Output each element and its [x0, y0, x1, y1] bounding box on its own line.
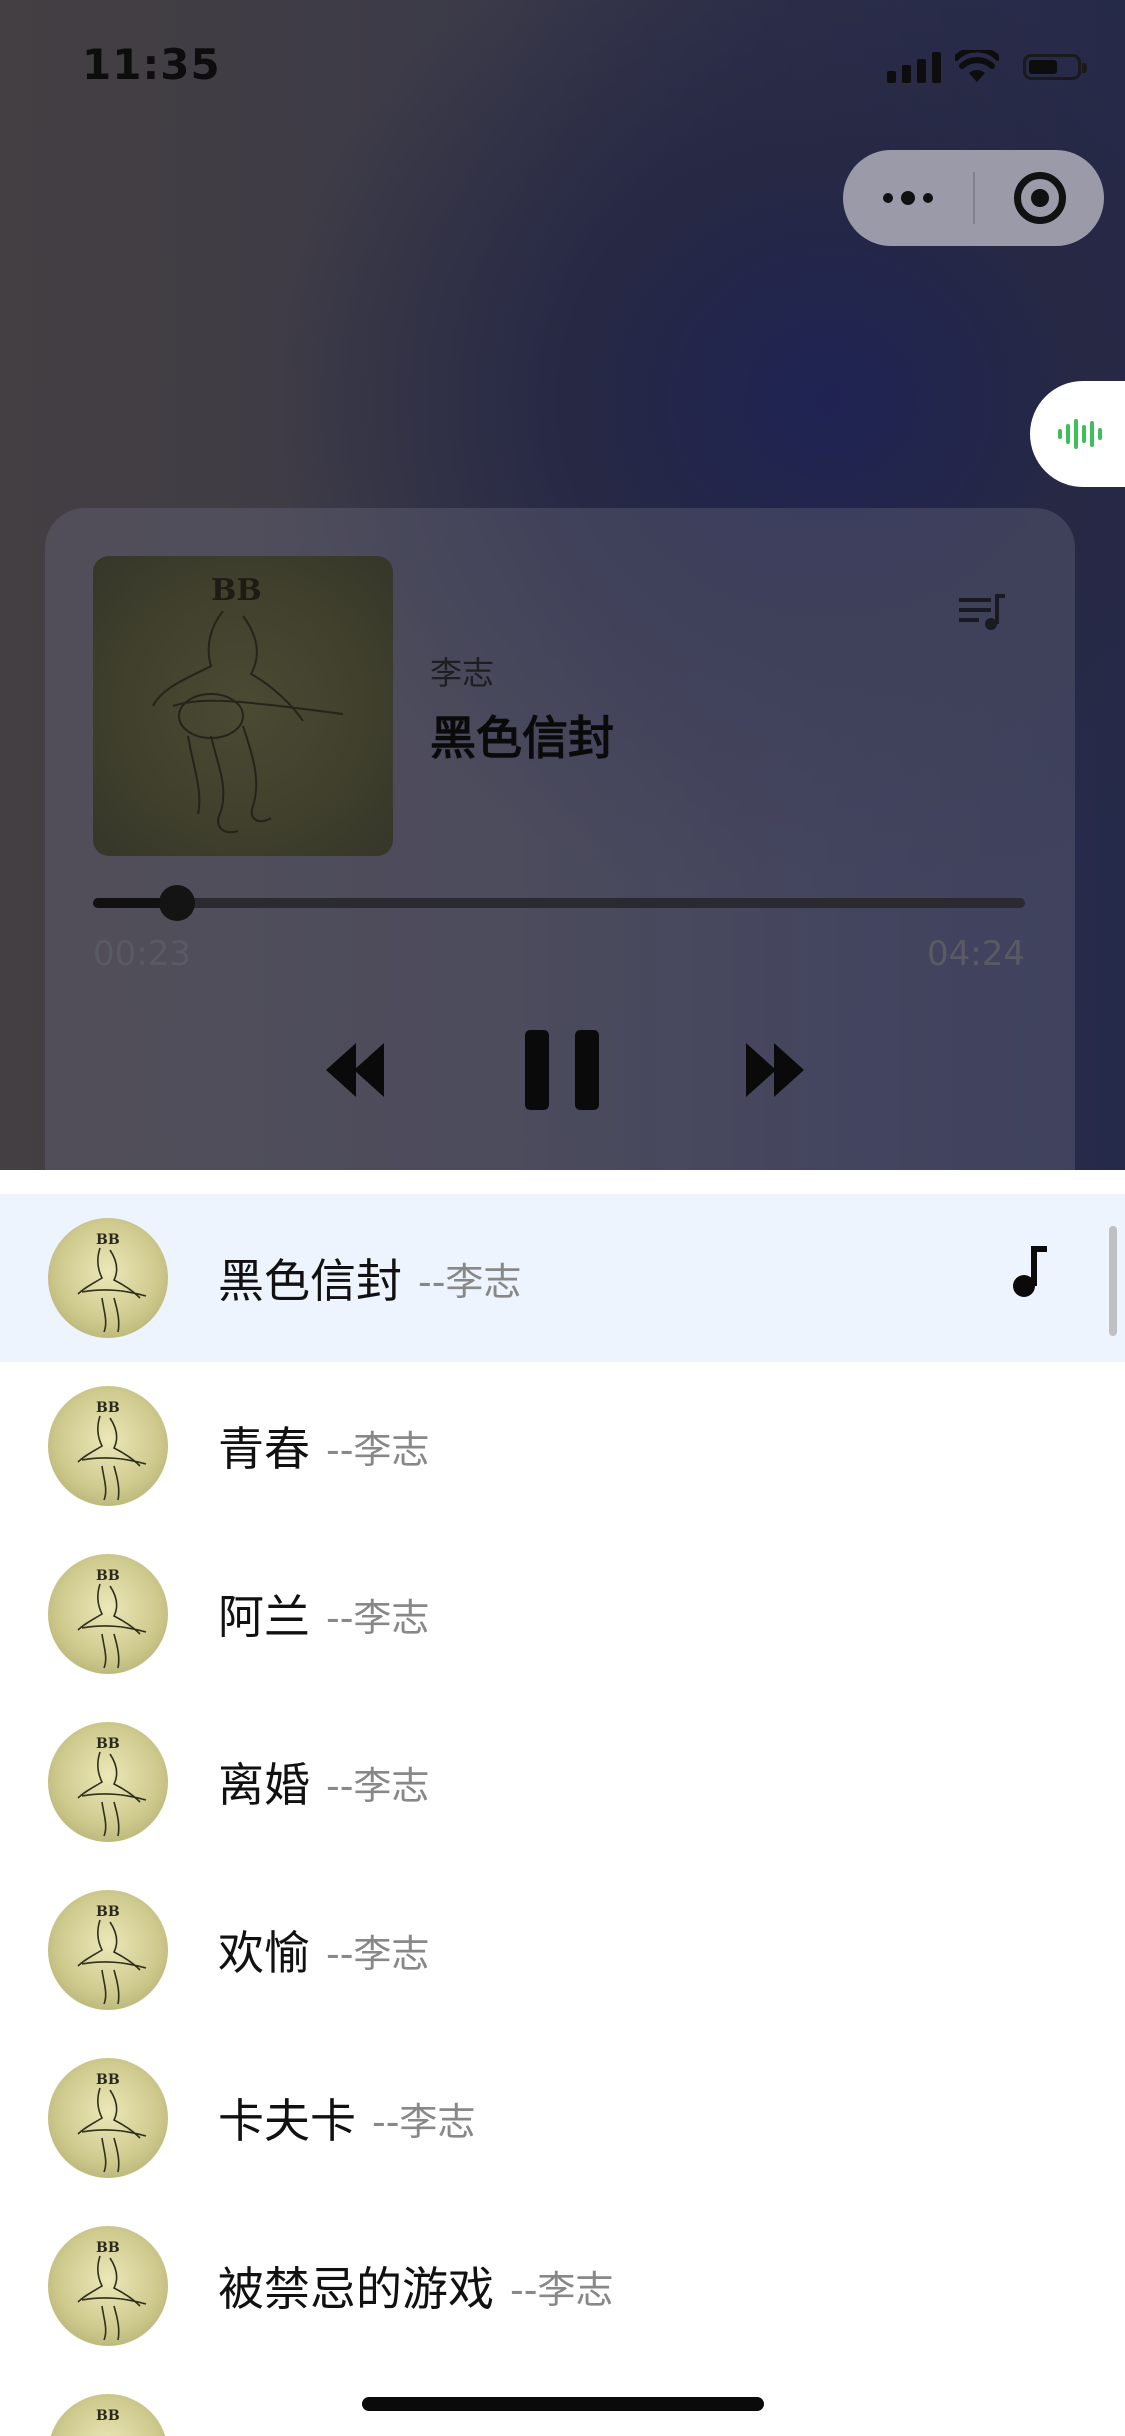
- song-title-text: 被禁忌的游戏: [218, 2262, 494, 2316]
- song-row-title: 阿兰 --李志: [218, 1530, 429, 1698]
- voice-float-tab[interactable]: [1030, 381, 1125, 487]
- status-icons: [887, 50, 1087, 84]
- progress-knob[interactable]: [158, 885, 195, 921]
- song-title-text: 阿兰: [218, 1590, 310, 1644]
- song-title-text: 卡夫卡: [218, 2094, 356, 2148]
- total-time: 04:24: [927, 934, 1025, 974]
- artist-name: 李志: [430, 654, 495, 692]
- song-avatar: BB: [48, 1554, 168, 1674]
- song-avatar: BB: [48, 1386, 168, 1506]
- song-row-title: 黑色信封 --李志: [218, 1194, 521, 1362]
- wifi-icon: [955, 50, 999, 82]
- song-artist-text: --李志: [418, 1259, 522, 1304]
- playback-controls: [45, 1020, 1075, 1120]
- sound-wave-icon: [1058, 419, 1102, 449]
- svg-text:BB: BB: [96, 1736, 120, 1752]
- song-artist-text: --李志: [326, 1931, 430, 1976]
- rewind-icon[interactable]: [315, 1020, 395, 1120]
- song-avatar: BB: [48, 1218, 168, 1338]
- song-artist-text: --李志: [326, 1763, 430, 1808]
- song-row[interactable]: BB 被禁忌的游戏 --李志: [0, 2202, 1125, 2370]
- song-title: 黑色信封: [430, 711, 614, 765]
- pause-icon[interactable]: [517, 1020, 607, 1120]
- cellular-signal-icon: [887, 51, 941, 83]
- album-art-illustration: BB: [152, 573, 344, 834]
- song-row[interactable]: BB 卡夫卡 --李志: [0, 2034, 1125, 2202]
- song-row-title: 卡夫卡 --李志: [218, 2034, 475, 2202]
- song-avatar: BB: [48, 2226, 168, 2346]
- song-artist-text: --李志: [510, 2267, 614, 2312]
- song-title-text: 离婚: [218, 1758, 310, 1812]
- song-row[interactable]: BB 青春 --李志: [0, 1362, 1125, 1530]
- song-avatar: BB: [48, 2394, 168, 2436]
- svg-text:BB: BB: [96, 1232, 120, 1248]
- current-time: 00:23: [93, 934, 191, 974]
- song-avatar: BB: [48, 2058, 168, 2178]
- progress-slider[interactable]: [93, 885, 1025, 921]
- svg-text:BB: BB: [96, 1400, 120, 1416]
- svg-text:BB: BB: [211, 573, 262, 608]
- song-title-text: 欢愉: [218, 1926, 310, 1980]
- status-time: 11:35: [82, 40, 221, 89]
- song-row[interactable]: BB 欢愉 --李志: [0, 1866, 1125, 2034]
- album-cover[interactable]: BB: [93, 556, 393, 856]
- song-title-text: 青春: [218, 1422, 310, 1476]
- song-artist-text: --李志: [326, 1595, 430, 1640]
- svg-text:BB: BB: [96, 2240, 120, 2256]
- song-avatar: BB: [48, 1890, 168, 2010]
- song-row-title: 被禁忌的游戏 --李志: [218, 2202, 613, 2370]
- song-row-title: 离婚 --李志: [218, 1698, 429, 1866]
- svg-text:BB: BB: [96, 2408, 120, 2424]
- song-avatar: BB: [48, 1722, 168, 1842]
- more-dots-icon[interactable]: [843, 150, 973, 246]
- target-circle-icon[interactable]: [975, 150, 1104, 246]
- battery-icon: [1023, 54, 1087, 80]
- song-row-title: [218, 2370, 234, 2436]
- song-artist-text: --李志: [372, 2099, 476, 2144]
- fast-forward-icon[interactable]: [735, 1020, 815, 1120]
- svg-text:BB: BB: [96, 2072, 120, 2088]
- song-list: BB 黑色信封 --李志 BB 青春 --李志 BB 阿兰 --李志 BB 离婚…: [0, 1170, 1125, 2436]
- player-card: BB 李志 黑色信封 00:23 04:24: [45, 508, 1075, 1170]
- song-artist-text: --李志: [326, 1427, 430, 1472]
- song-row-title: 青春 --李志: [218, 1362, 429, 1530]
- svg-text:BB: BB: [96, 1568, 120, 1584]
- song-title-text: 黑色信封: [218, 1254, 402, 1308]
- playlist-icon[interactable]: [959, 594, 1007, 634]
- music-note-icon: [1013, 1246, 1047, 1297]
- song-row-active[interactable]: BB 黑色信封 --李志: [0, 1194, 1125, 1362]
- home-indicator[interactable]: [362, 2397, 764, 2411]
- song-row-title: 欢愉 --李志: [218, 1866, 429, 2034]
- svg-text:BB: BB: [96, 1904, 120, 1920]
- song-row[interactable]: BB 阿兰 --李志: [0, 1530, 1125, 1698]
- player-backdrop: 11:35 BB 李志 黑色信封 00:23 04:24: [0, 0, 1125, 1170]
- song-row[interactable]: BB 离婚 --李志: [0, 1698, 1125, 1866]
- mini-program-capsule: [843, 150, 1104, 246]
- list-scrollbar[interactable]: [1109, 1226, 1117, 1336]
